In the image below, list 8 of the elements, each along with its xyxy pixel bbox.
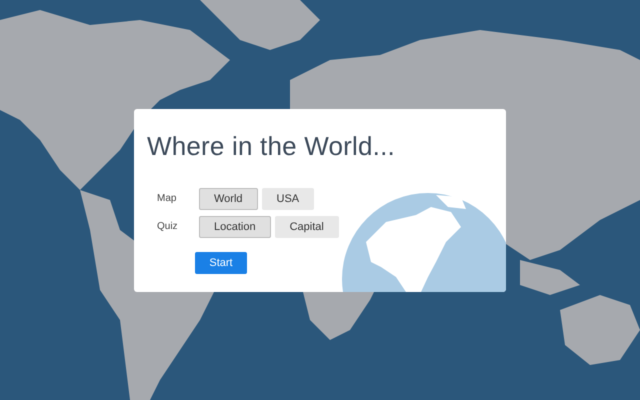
option-button[interactable]: USA: [262, 188, 314, 210]
option-label: Map: [156, 193, 178, 204]
option-button[interactable]: Location: [199, 216, 271, 238]
title: Where in the World...: [147, 130, 396, 162]
start-button[interactable]: Start: [195, 252, 247, 274]
option-button[interactable]: Capital: [274, 216, 339, 238]
option-label: Quiz: [156, 221, 179, 232]
option-button[interactable]: World: [199, 188, 258, 210]
